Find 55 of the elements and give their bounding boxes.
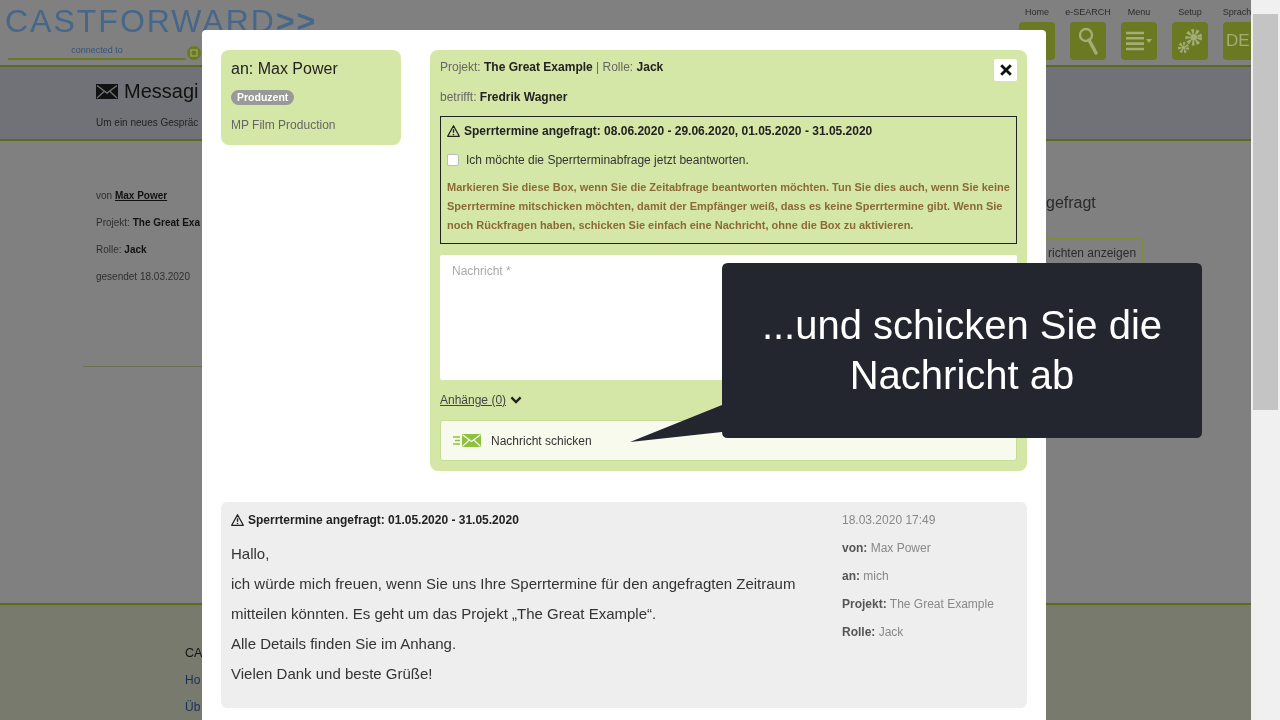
nav-label: e-SEARCH bbox=[1065, 7, 1111, 18]
nav-label: Home bbox=[1025, 7, 1049, 18]
language-button[interactable]: DE bbox=[1223, 22, 1251, 60]
footer-link[interactable]: Üb bbox=[185, 700, 201, 714]
project-role-text: Projekt: The Great Example | Rolle: Jack bbox=[440, 59, 664, 75]
search-button[interactable] bbox=[1070, 22, 1106, 60]
message-meta: von: Max Power bbox=[842, 540, 931, 557]
setup-button[interactable] bbox=[1172, 22, 1208, 60]
sent-date: gesendet 18.03.2020 bbox=[96, 270, 190, 284]
scrollbar-thumb[interactable] bbox=[1253, 14, 1278, 410]
status-text: gefragt bbox=[1046, 193, 1096, 213]
hint-text: Markieren Sie diese Box, wenn Sie die Zeitabfrage beantworten möchten. Tun Sie dies auch, wenn Sie keine Sperrtermine mitschicken möchten, damit der Empfänger weiß, dass es keine Sperrtermine gibt. Wenn Sie noch Rückfragen haben, schicken Sie einfach eine Nachricht, ohne die Box zu aktivieren. bbox=[447, 180, 1010, 233]
checkbox[interactable] bbox=[447, 154, 459, 166]
checkbox-label: Ich möchte die Sperrterminabfrage jetzt beantworten. bbox=[466, 152, 749, 168]
callout-text: ...und schicken Sie die Nachricht ab bbox=[760, 302, 1164, 399]
envelope-icon bbox=[453, 434, 481, 447]
footer-link[interactable]: Ho bbox=[185, 673, 201, 687]
page-title: Messagi bbox=[124, 79, 199, 104]
message-paragraph: ich würde mich freuen, wenn Sie uns Ihre Sperrtermine für den angefragten Zeitraum mitteilen könnten. Es geht um das Projekt „The Great Example“. bbox=[231, 574, 797, 624]
request-title: Sperrtermine angefragt: 08.06.2020 - 29.06.2020, 01.05.2020 - 31.05.2020 bbox=[464, 123, 873, 139]
role-text: Rolle: Jack bbox=[96, 243, 147, 257]
nav-label: Sprach bbox=[1222, 7, 1251, 18]
message-date: 18.03.2020 17:49 bbox=[842, 512, 936, 529]
sender-label: von bbox=[96, 190, 113, 201]
nav-label: Setup bbox=[1178, 7, 1202, 18]
message-meta: Projekt: The Great Example bbox=[842, 596, 994, 613]
subject-text: betrifft: Fredrik Wagner bbox=[440, 89, 568, 106]
message-paragraph: Vielen Dank und beste Grüße! bbox=[231, 664, 433, 684]
search-icon bbox=[1078, 27, 1098, 55]
role-badge: Produzent bbox=[231, 90, 295, 105]
nav-label: Menu bbox=[1127, 7, 1151, 18]
message-title: Sperrtermine angefragt: 01.05.2020 - 31.05.2020 bbox=[248, 512, 519, 528]
attachments-link[interactable]: Anhänge (0) bbox=[440, 393, 507, 407]
close-icon bbox=[999, 64, 1012, 76]
page-subtitle: Um ein neues Gespräc bbox=[96, 117, 199, 128]
company-name: MP Film Production bbox=[231, 117, 336, 133]
message-meta: an: mich bbox=[842, 568, 889, 585]
project-text: Projekt: The Great Exa bbox=[96, 216, 200, 230]
warning-icon bbox=[447, 125, 460, 137]
chevron-down-icon[interactable] bbox=[510, 396, 523, 404]
round-badge-icon bbox=[187, 46, 201, 60]
message-paragraph: Hallo, bbox=[231, 544, 270, 564]
gears-icon bbox=[1177, 28, 1203, 54]
envelope-icon bbox=[96, 83, 118, 99]
message-paragraph: Alle Details finden Sie im Anhang. bbox=[231, 634, 457, 654]
footer-heading: CA bbox=[185, 646, 203, 660]
sender-link[interactable]: Max Power bbox=[114, 190, 168, 201]
warning-icon bbox=[231, 514, 244, 526]
recipient-name: an: Max Power bbox=[231, 59, 338, 79]
connected-to-label: connected to bbox=[71, 45, 123, 55]
menu-button[interactable] bbox=[1121, 22, 1157, 60]
scrollbar[interactable] bbox=[1251, 0, 1280, 720]
close-button[interactable] bbox=[994, 59, 1017, 81]
menu-icon bbox=[1126, 31, 1152, 51]
message-meta: Rolle: Jack bbox=[842, 624, 904, 641]
